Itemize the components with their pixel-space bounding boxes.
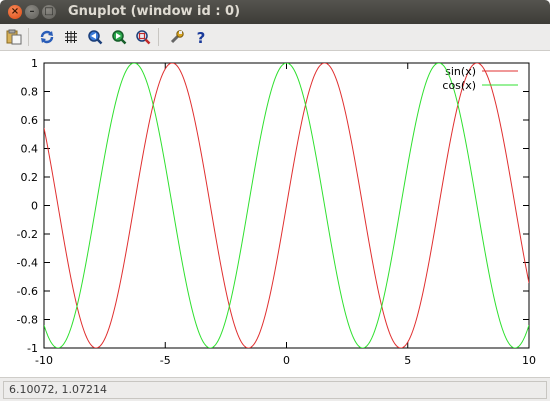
window-title: Gnuplot (window id : 0) xyxy=(68,4,241,19)
copy-to-clipboard-button[interactable] xyxy=(4,27,24,47)
legend-label: cos(x) xyxy=(442,79,476,92)
y-tick-label: 0.8 xyxy=(21,86,39,99)
zoom-previous-button[interactable] xyxy=(85,27,105,47)
toggle-grid-icon xyxy=(65,31,77,43)
plot-area[interactable]: -1 -0.8 -0.6 -0.4 -0.2 0 0.2 0.4 0.6 0.8 1 -10 -5 0 5 1… xyxy=(0,51,550,377)
y-tick-label: -0.4 xyxy=(17,257,38,270)
status-bar: 6.10072, 1.07214 xyxy=(0,377,550,401)
y-tick-label: 0.6 xyxy=(21,114,39,127)
toolbar-separator xyxy=(28,28,29,46)
x-tick-label: -10 xyxy=(35,354,53,367)
toggle-grid-button[interactable] xyxy=(61,27,81,47)
toolbar: ? xyxy=(0,24,550,51)
maximize-window-button[interactable]: □ xyxy=(42,5,56,19)
y-tick-label: -0.2 xyxy=(17,228,38,241)
help-button[interactable]: ? xyxy=(191,27,211,47)
y-tick-label: 0.4 xyxy=(21,143,39,156)
zoom-previous-icon xyxy=(88,30,103,45)
gnuplot-window: × – □ Gnuplot (window id : 0) ? -1 -0.8 … xyxy=(0,0,550,401)
autoscale-button[interactable] xyxy=(133,27,153,47)
y-tick-label: -0.6 xyxy=(17,285,38,298)
zoom-next-button[interactable] xyxy=(109,27,129,47)
configure-button[interactable] xyxy=(167,27,187,47)
autoscale-icon xyxy=(136,30,151,45)
toolbar-separator xyxy=(158,28,159,46)
series-line-sinx xyxy=(44,63,529,348)
minimize-window-button[interactable]: – xyxy=(25,5,39,19)
x-tick-label: 10 xyxy=(522,354,536,367)
help-icon: ? xyxy=(197,29,206,45)
title-bar[interactable]: × – □ Gnuplot (window id : 0) xyxy=(0,0,550,24)
replot-icon xyxy=(40,30,54,44)
x-tick-label: 0 xyxy=(283,354,290,367)
y-tick-label: 0.2 xyxy=(21,171,39,184)
zoom-next-icon xyxy=(112,30,127,45)
y-tick-label: 0 xyxy=(31,200,38,213)
copy-to-clipboard-icon xyxy=(6,29,22,45)
status-box: 6.10072, 1.07214 xyxy=(3,381,547,399)
x-tick-label: -5 xyxy=(160,354,171,367)
cursor-coordinates: 6.10072, 1.07214 xyxy=(9,383,107,396)
configure-icon xyxy=(170,30,184,44)
close-window-button[interactable]: × xyxy=(8,5,22,19)
x-tick-label: 5 xyxy=(404,354,411,367)
replot-button[interactable] xyxy=(37,27,57,47)
y-tick-label: -0.8 xyxy=(17,314,38,327)
chart-canvas[interactable]: -1-0.8-0.6-0.4-0.200.20.40.60.81-10 -5 0 5 1… xyxy=(0,51,550,377)
y-tick-label: 1 xyxy=(31,57,38,70)
svg-text:?: ? xyxy=(197,29,206,45)
